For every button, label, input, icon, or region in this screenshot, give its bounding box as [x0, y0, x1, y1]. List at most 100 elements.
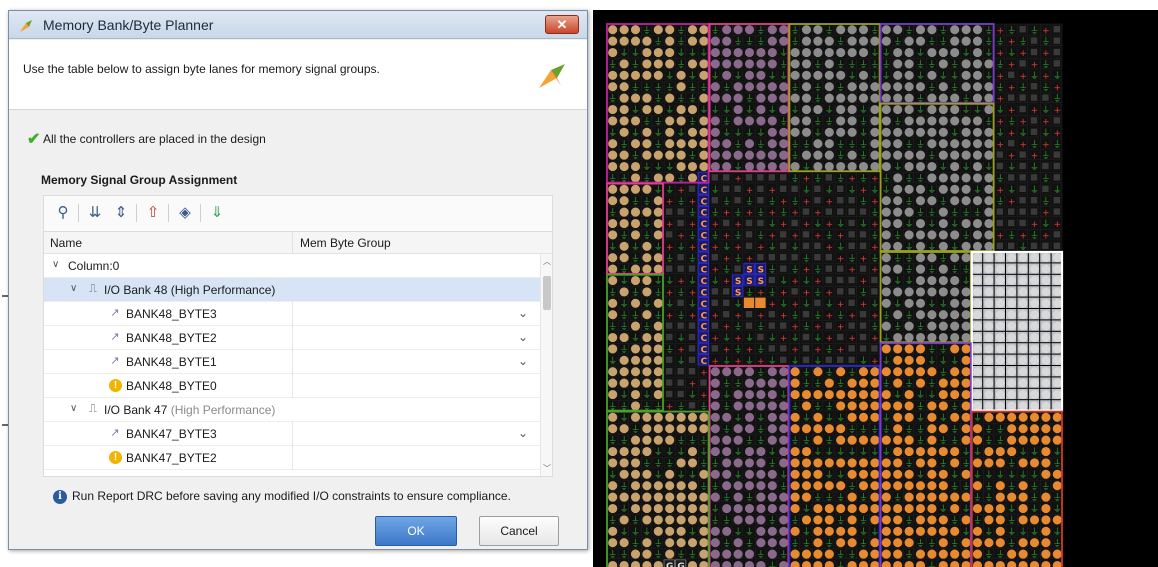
pin-site[interactable]	[1052, 287, 1062, 297]
io-pin[interactable]	[676, 515, 686, 525]
io-pin[interactable]	[893, 412, 903, 422]
io-pin[interactable]	[1029, 424, 1040, 434]
io-pin[interactable]	[687, 492, 698, 502]
io-pin[interactable]	[710, 412, 720, 422]
io-pin[interactable]	[881, 481, 891, 491]
io-pin[interactable]	[801, 104, 812, 115]
unused-pin[interactable]	[825, 265, 832, 272]
ground-pin-icon[interactable]: ⏚	[996, 550, 1005, 561]
ground-pin-icon[interactable]: ⏚	[973, 413, 982, 424]
io-pin[interactable]	[665, 36, 675, 46]
io-pin[interactable]	[699, 412, 709, 422]
io-pin[interactable]	[847, 93, 857, 103]
io-pin[interactable]	[870, 458, 880, 468]
unused-pin[interactable]	[791, 219, 798, 227]
ground-pin-icon[interactable]: ⏚	[677, 333, 686, 344]
ground-pin-icon[interactable]: ⏚	[984, 481, 993, 492]
io-pin[interactable]	[961, 59, 971, 69]
unused-pin[interactable]	[711, 345, 718, 352]
io-pin[interactable]	[699, 538, 709, 548]
io-pin[interactable]	[619, 355, 629, 365]
power-pin-icon[interactable]: +	[666, 289, 674, 299]
io-pin[interactable]	[619, 207, 629, 217]
io-pin[interactable]	[927, 435, 937, 445]
unused-pin[interactable]	[1053, 174, 1060, 181]
ground-pin-icon[interactable]: ⏚	[1007, 527, 1016, 538]
pin-site[interactable]	[973, 310, 982, 320]
io-pin[interactable]	[950, 321, 960, 331]
ground-pin-icon[interactable]: ⏚	[1019, 128, 1028, 139]
io-pin[interactable]	[938, 275, 948, 286]
io-pin[interactable]	[813, 161, 823, 172]
io-pin[interactable]	[801, 150, 812, 160]
io-pin[interactable]	[790, 127, 800, 137]
unused-pin[interactable]	[859, 311, 867, 318]
io-pin[interactable]	[767, 25, 777, 35]
io-pin[interactable]	[915, 458, 926, 468]
unused-pin[interactable]	[688, 185, 696, 192]
power-pin-icon[interactable]: +	[700, 368, 708, 378]
collapse-all-icon[interactable]: ⇊	[84, 202, 106, 224]
ground-pin-icon[interactable]: ⏚	[950, 436, 959, 447]
power-pin-icon[interactable]: +	[746, 346, 754, 356]
io-pin[interactable]	[687, 36, 698, 46]
ground-pin-icon[interactable]: ⏚	[905, 379, 914, 390]
io-pin[interactable]	[801, 549, 812, 559]
io-pin[interactable]	[893, 59, 903, 69]
io-pin[interactable]	[836, 116, 846, 126]
io-pin[interactable]	[950, 104, 960, 115]
io-pin[interactable]	[767, 526, 777, 536]
io-pin[interactable]	[653, 25, 663, 35]
ground-pin-icon[interactable]: ⏚	[779, 208, 788, 219]
ground-pin-icon[interactable]: ⏚	[859, 174, 868, 185]
ground-pin-icon[interactable]: ⏚	[813, 117, 822, 128]
ground-pin-icon[interactable]: ⏚	[620, 504, 629, 515]
power-pin-icon[interactable]: +	[871, 266, 879, 276]
pin-site[interactable]	[995, 264, 1005, 274]
io-pin[interactable]	[870, 367, 880, 377]
io-pin[interactable]	[722, 139, 732, 149]
io-pin[interactable]	[756, 503, 766, 514]
ground-pin-icon[interactable]: ⏚	[905, 219, 914, 230]
ground-pin-icon[interactable]: ⏚	[756, 322, 765, 333]
io-pin[interactable]	[630, 481, 641, 491]
io-pin[interactable]	[710, 435, 720, 445]
io-pin[interactable]	[824, 139, 834, 149]
ground-pin-icon[interactable]: ⏚	[870, 253, 879, 264]
io-pin[interactable]	[836, 25, 846, 35]
io-pin[interactable]	[950, 412, 960, 422]
unused-pin[interactable]	[1008, 140, 1015, 147]
ground-pin-icon[interactable]: ⏚	[745, 527, 754, 538]
io-pin[interactable]	[995, 412, 1005, 422]
io-pin[interactable]	[687, 515, 698, 525]
io-pin[interactable]	[858, 47, 869, 58]
io-pin[interactable]	[642, 378, 652, 388]
ground-pin-icon[interactable]: ⏚	[905, 265, 914, 276]
unused-pin[interactable]	[996, 219, 1003, 227]
unused-pin[interactable]	[1008, 174, 1015, 181]
unused-pin[interactable]	[1053, 242, 1060, 249]
io-pin[interactable]	[790, 70, 800, 80]
cancel-button[interactable]: Cancel	[479, 516, 559, 546]
io-pin[interactable]	[836, 70, 846, 80]
ground-pin-icon[interactable]: ⏚	[927, 561, 936, 567]
io-pin[interactable]	[893, 196, 903, 206]
power-pin-icon[interactable]: +	[1054, 106, 1062, 116]
ground-pin-icon[interactable]: ⏚	[825, 538, 834, 549]
io-pin[interactable]	[915, 82, 926, 92]
io-pin[interactable]	[767, 503, 777, 514]
power-pin-icon[interactable]: +	[780, 220, 788, 230]
io-pin[interactable]	[642, 332, 652, 343]
io-pin[interactable]	[676, 150, 686, 160]
ground-pin-icon[interactable]: ⏚	[870, 48, 879, 59]
power-pin-icon[interactable]: +	[997, 232, 1005, 242]
io-pin[interactable]	[676, 503, 686, 514]
io-pin[interactable]	[950, 196, 960, 206]
ground-pin-icon[interactable]: ⏚	[1007, 459, 1016, 470]
io-pin[interactable]	[927, 526, 937, 536]
io-pin[interactable]	[847, 150, 857, 160]
io-pin[interactable]	[733, 424, 743, 434]
ground-pin-icon[interactable]: ⏚	[631, 242, 640, 253]
io-pin[interactable]	[961, 139, 971, 149]
io-pin[interactable]	[710, 446, 720, 457]
